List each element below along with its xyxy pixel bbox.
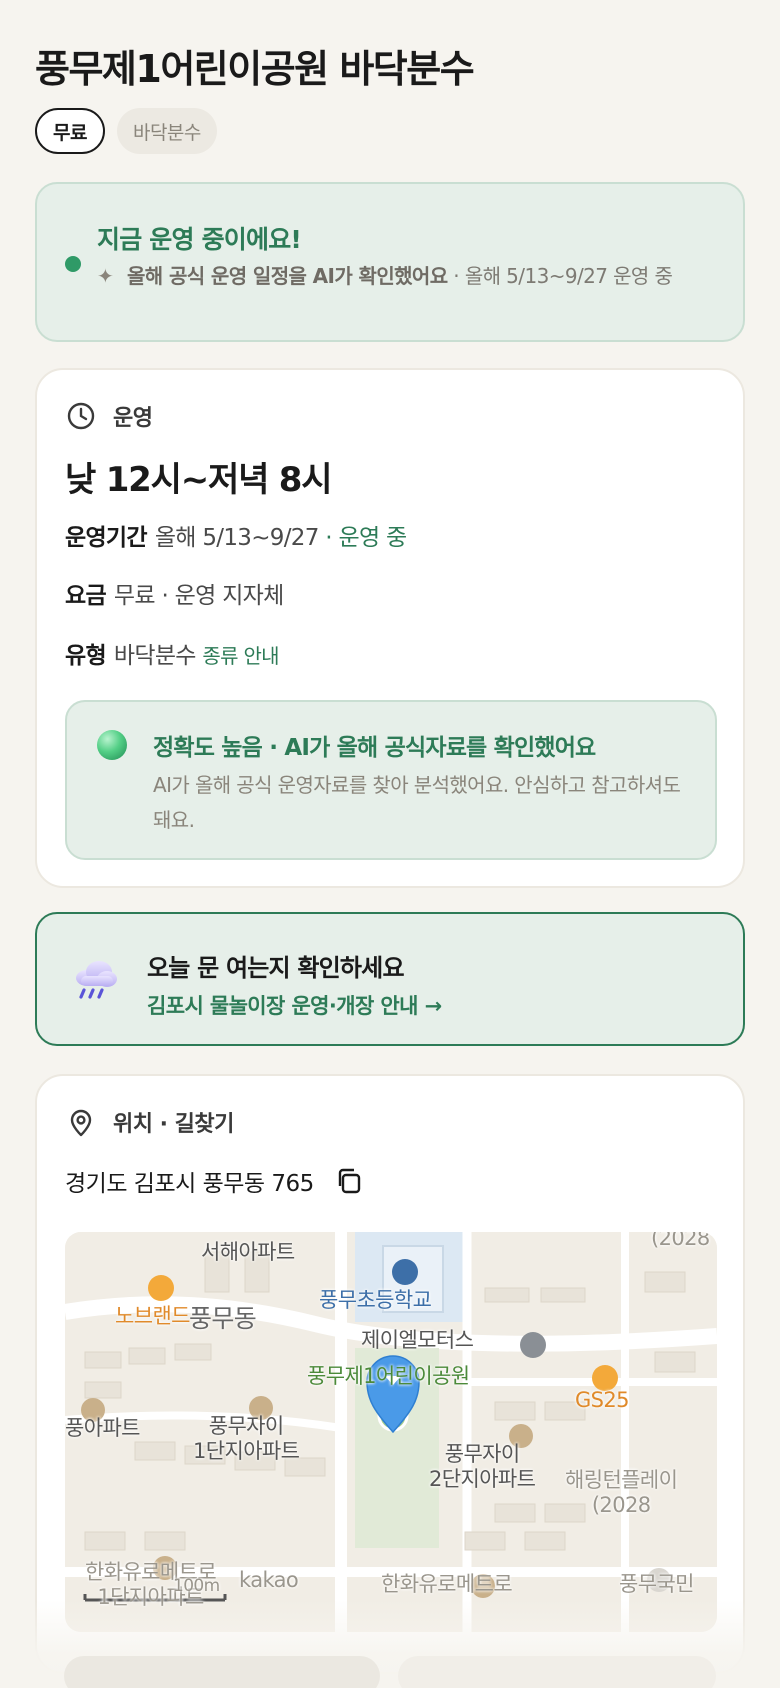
type-key: 유형 bbox=[65, 643, 107, 669]
location-pin-icon bbox=[70, 1109, 92, 1137]
map-label-pungmu-gukmin: 풍무국민 bbox=[619, 1572, 694, 1596]
status-title: 지금 운영 중이에요! bbox=[97, 225, 302, 254]
accuracy-text: AI가 올해 공식 운영자료를 찾아 분석했어요. 안심하고 참고하셔도 돼요. bbox=[153, 773, 681, 832]
sparkle-icon: ✦ bbox=[97, 264, 114, 288]
type-guide-link[interactable]: 종류 안내 bbox=[202, 644, 279, 668]
map-label-school: 풍무초등학교 bbox=[319, 1288, 432, 1312]
location-header: 위치 · 길찾기 bbox=[65, 1106, 234, 1138]
map-kakao-logo: kakao bbox=[239, 1568, 299, 1592]
operation-card: 운영 낮 12시~저녁 8시 운영기간 올해 5/13~9/27 · 운영 중 요… bbox=[35, 368, 745, 888]
check-open-card[interactable]: 오늘 문 여는지 확인하세요 김포시 물놀이장 운영·개장 안내 → bbox=[35, 912, 745, 1046]
period-key: 운영기간 bbox=[65, 525, 148, 551]
status-subtitle: ✦ 올해 공식 운영 일정을 AI가 확인했어요 · 올해 5/13~9/27 운… bbox=[97, 262, 709, 291]
period-status: · 운영 중 bbox=[318, 525, 407, 551]
operation-section-title: 운영 bbox=[113, 406, 153, 431]
check-title: 오늘 문 여는지 확인하세요 bbox=[147, 954, 405, 982]
fee-value: 무료 · 운영 지자체 bbox=[113, 583, 284, 609]
map-label-seohae: 서해아파트 bbox=[201, 1240, 295, 1264]
map-label-nobrand: 노브랜드 bbox=[115, 1304, 190, 1328]
rain-cloud-icon bbox=[76, 961, 117, 999]
map-label-haering: 해링턴플레이 (2028 bbox=[565, 1468, 678, 1517]
map-label-gs25: GS25 bbox=[575, 1388, 630, 1412]
copy-icon[interactable] bbox=[334, 1166, 364, 1196]
location-section-title: 위치 · 길찾기 bbox=[113, 1112, 234, 1137]
map-label-dong: 풍무동 bbox=[189, 1304, 257, 1333]
status-ai-confirm: 올해 공식 운영 일정을 AI가 확인했어요 bbox=[127, 264, 448, 288]
status-dot-icon bbox=[65, 256, 81, 272]
operating-hours: 낮 12시~저녁 8시 bbox=[65, 460, 333, 500]
map-view[interactable]: 서해아파트 풍무초등학교 노브랜드 풍무동 제이엘모터스 풍무제1어린이공원 G… bbox=[65, 1232, 717, 1632]
clock-icon bbox=[67, 402, 95, 430]
period-row: 운영기간 올해 5/13~9/27 · 운영 중 bbox=[65, 518, 407, 552]
map-label-motors: 제이엘모터스 bbox=[361, 1328, 474, 1352]
status-card: 지금 운영 중이에요! ✦ 올해 공식 운영 일정을 AI가 확인했어요 · 올해… bbox=[35, 182, 745, 342]
address-row: 경기도 김포시 풍무동 765 bbox=[65, 1164, 364, 1198]
operation-header: 운영 bbox=[65, 400, 153, 432]
bottom-button-left[interactable] bbox=[64, 1656, 380, 1688]
type-row: 유형 바닥분수 종류 안내 bbox=[65, 636, 280, 670]
type-value: 바닥분수 bbox=[113, 643, 197, 669]
fee-key: 요금 bbox=[65, 583, 107, 609]
map-label-park: 풍무제1어린이공원 bbox=[307, 1364, 470, 1388]
status-period: · 올해 5/13~9/27 운영 중 bbox=[447, 264, 673, 288]
period-value: 올해 5/13~9/27 bbox=[154, 525, 320, 551]
accuracy-box: 정확도 높음 · AI가 올해 공식자료를 확인했어요 AI가 올해 공식 운영… bbox=[65, 700, 717, 860]
map-scale-label: 100m bbox=[173, 1576, 220, 1596]
bottom-button-right[interactable] bbox=[398, 1656, 716, 1688]
address-text: 경기도 김포시 풍무동 765 bbox=[65, 1171, 314, 1197]
map-label-xi2: 풍무자이 2단지아파트 bbox=[429, 1442, 536, 1491]
accuracy-title: 정확도 높음 · AI가 올해 공식자료를 확인했어요 bbox=[153, 735, 596, 761]
operation-notice-link[interactable]: 김포시 물놀이장 운영·개장 안내 → bbox=[147, 990, 442, 1020]
chip-floor-fountain[interactable]: 바닥분수 bbox=[116, 108, 217, 154]
map-label-year-top: (2028 bbox=[651, 1232, 710, 1250]
tag-chips: 무료 바닥분수 bbox=[35, 108, 217, 154]
map-label-apt-left: 풍아파트 bbox=[65, 1416, 140, 1440]
fee-row: 요금 무료 · 운영 지자체 bbox=[65, 576, 284, 610]
map-label-xi1: 풍무자이 1단지아파트 bbox=[193, 1414, 300, 1463]
accuracy-orb-icon bbox=[97, 730, 127, 760]
chip-free[interactable]: 무료 bbox=[35, 108, 105, 154]
map-label-hanwha-mid: 한화유로메트로 bbox=[381, 1572, 513, 1596]
location-card: 위치 · 길찾기 경기도 김포시 풍무동 765 서해아파트 풍무초등학교 노브… bbox=[35, 1074, 745, 1674]
page-title: 풍무제1어린이공원 바닥분수 bbox=[35, 47, 475, 91]
